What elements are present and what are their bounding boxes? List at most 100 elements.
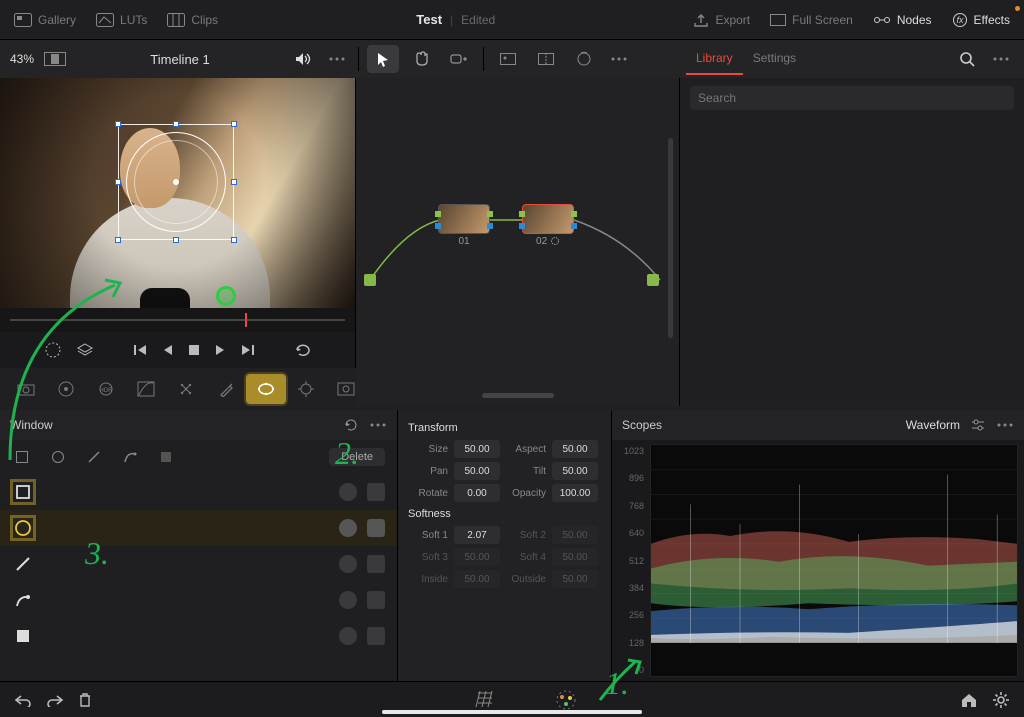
soft1-value[interactable]: 2.07 [454,526,500,544]
tilt-value[interactable]: 50.00 [552,462,598,480]
viewer-zoom[interactable]: 43% [10,52,34,66]
page-colorwheel-icon[interactable] [554,688,578,712]
search-button[interactable] [950,45,984,73]
gallery-button[interactable]: Gallery [8,9,82,31]
graph-input[interactable] [364,274,376,286]
aspect-label: Aspect [506,444,546,455]
mask-toggle[interactable] [339,627,357,645]
scopes-settings-icon[interactable] [970,418,986,432]
color-page-icon[interactable] [474,689,500,711]
undo-button[interactable] [14,693,32,707]
node-add-tool[interactable] [443,45,475,73]
invert-toggle[interactable] [367,519,385,537]
reset-icon[interactable] [343,417,359,433]
redo-button[interactable] [46,693,64,707]
bypass-icon[interactable] [44,341,62,359]
hdr-icon[interactable]: HDR [86,374,126,404]
window-row-square[interactable] [0,474,397,510]
settings-button[interactable] [992,691,1010,709]
scrub-bar[interactable] [0,308,355,332]
curves-icon[interactable] [126,374,166,404]
aspect-value[interactable]: 50.00 [552,440,598,458]
shape-curve-tool[interactable] [120,447,140,467]
size-value[interactable]: 50.00 [454,440,500,458]
node-editor[interactable]: 01 02 [356,78,680,406]
effects-label: Effects [974,13,1010,27]
volume-icon[interactable] [294,51,312,67]
window-delete-button[interactable]: Delete [329,448,385,466]
node-bottom-handle[interactable] [482,393,554,398]
clips-button[interactable]: Clips [161,9,224,31]
scopes-mode[interactable]: Waveform [906,418,960,432]
library-search-input[interactable] [690,86,1014,110]
mask-toggle[interactable] [339,519,357,537]
camera-raw-icon[interactable] [6,374,46,404]
shape-square-tool[interactable] [12,447,32,467]
pointer-tool[interactable] [367,45,399,73]
mask-toggle[interactable] [339,483,357,501]
window-row-line[interactable] [0,546,397,582]
image-wipe-tool[interactable] [492,45,524,73]
opacity-value[interactable]: 100.00 [552,484,598,502]
fullscreen-label: Full Screen [792,13,853,27]
layers-icon[interactable] [76,342,94,358]
window-row-gradient[interactable] [0,618,397,654]
effects-button[interactable]: fx Effects [946,8,1016,32]
tracker-icon[interactable] [286,374,326,404]
viewer-mode-icon[interactable] [44,52,66,66]
shape-gradient-tool[interactable] [156,447,176,467]
play-button[interactable] [214,343,226,357]
prev-clip-button[interactable] [132,343,148,357]
window-row-pen[interactable] [0,582,397,618]
invert-toggle[interactable] [367,483,385,501]
pan-value[interactable]: 50.00 [454,462,500,480]
window-list [0,474,397,681]
node-scrollbar[interactable] [668,138,673,338]
nodes-button[interactable]: Nodes [867,9,938,31]
shape-circle-tool[interactable] [48,447,68,467]
tab-library[interactable]: Library [686,43,743,75]
rotate-value[interactable]: 0.00 [454,484,500,502]
timeline-name[interactable]: Timeline 1 [76,52,284,67]
step-back-button[interactable] [162,343,174,357]
tab-settings[interactable]: Settings [743,43,806,75]
hand-tool[interactable] [405,45,437,73]
graph-output[interactable] [647,274,659,286]
loop-button[interactable] [294,343,312,357]
nodes-icon [873,14,891,26]
transform-panel: Transform Size 50.00 Aspect 50.00 Pan 50… [398,410,612,681]
node-02[interactable]: 02 [522,204,574,247]
warper-icon[interactable] [166,374,206,404]
soft3-label: Soft 3 [408,552,448,563]
luts-button[interactable]: LUTs [90,9,153,31]
square-shape-icon [12,481,34,503]
more-icon[interactable] [328,56,346,62]
qualifier-icon[interactable] [206,374,246,404]
mask-toggle[interactable] [339,555,357,573]
fullscreen-button[interactable]: Full Screen [764,9,859,31]
color-wheels-icon[interactable] [46,374,86,404]
node-01[interactable]: 01 [438,204,490,247]
window-row-circle[interactable] [0,510,397,546]
viewer-canvas[interactable] [0,78,355,308]
invert-toggle[interactable] [367,627,385,645]
home-button[interactable] [960,692,978,708]
export-button[interactable]: Export [687,9,756,31]
more-icon[interactable] [369,422,387,428]
panel-more-button[interactable] [984,45,1018,73]
more-icon[interactable] [610,56,628,62]
mask-toggle[interactable] [339,591,357,609]
split-wipe-tool[interactable] [530,45,562,73]
highlight-tool[interactable] [568,45,600,73]
next-clip-button[interactable] [240,343,256,357]
shape-line-tool[interactable] [84,447,104,467]
lower-panels: Window Delete [0,410,1024,681]
window-tool-icon[interactable] [246,374,286,404]
more-icon[interactable] [996,422,1014,428]
invert-toggle[interactable] [367,555,385,573]
trash-button[interactable] [78,692,92,708]
invert-toggle[interactable] [367,591,385,609]
power-window-overlay[interactable] [118,124,234,240]
waveform-chart[interactable] [650,444,1018,677]
stop-button[interactable] [188,344,200,356]
